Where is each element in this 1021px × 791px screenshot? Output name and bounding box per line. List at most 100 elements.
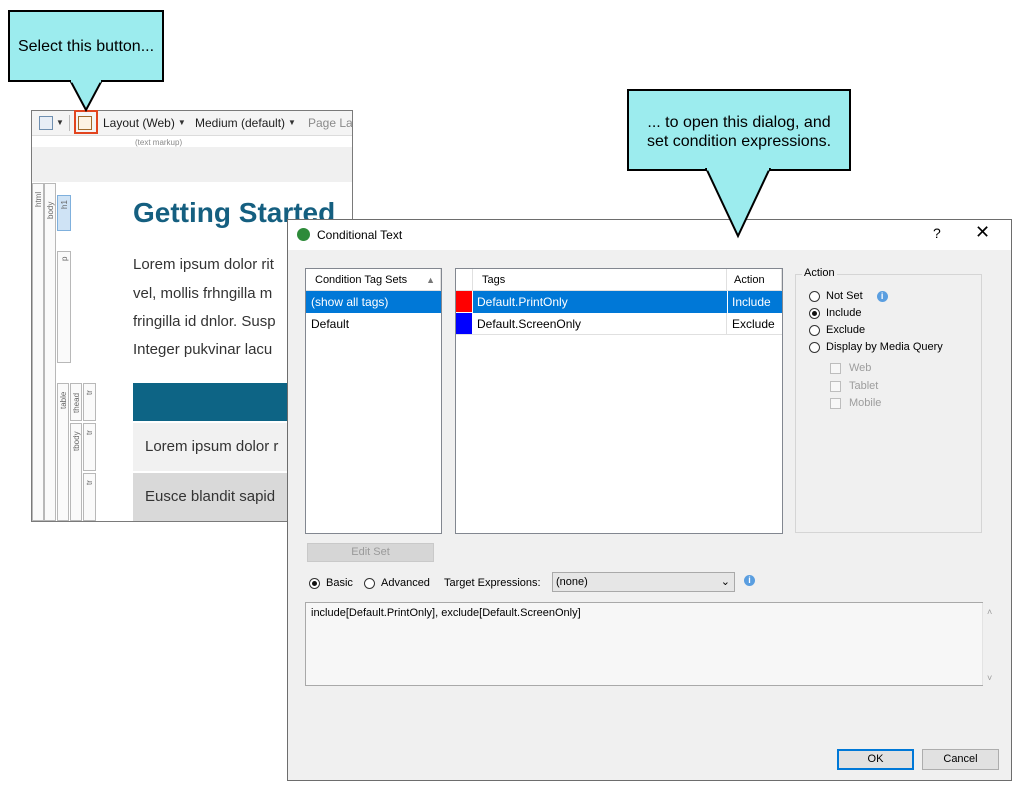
expression-scrollbar[interactable]: ˄ ˅ [982,603,999,685]
tag-name[interactable]: Default.PrintOnly [473,291,727,313]
checkbox-label: Mobile [849,397,882,409]
radio-basic[interactable]: Basic [309,577,353,589]
body-text-line[interactable]: Lorem ipsum dolor rit [133,256,274,273]
radio-circle [364,577,375,589]
checkbox-web[interactable]: Web [830,362,871,374]
preview-button[interactable]: ▼ [39,114,64,131]
struct-label-tbody: tbody [72,431,81,451]
condition-expression-textarea[interactable]: include[Default.PrintOnly], exclude[Defa… [305,602,992,686]
action-header[interactable]: Action [727,269,782,291]
scroll-down-icon[interactable]: ˅ [987,673,992,683]
tag-sets-header-label: Condition Tag Sets [315,274,408,286]
tag-sets-list[interactable]: Condition Tag Sets ▲ (show all tags) Def… [305,268,442,534]
checkbox-mobile[interactable]: Mobile [830,397,881,409]
struct-label-p: p [60,256,69,261]
radio-circle [809,341,820,353]
radio-display-by-media-query[interactable]: Display by Media Query [809,341,943,353]
edit-set-button[interactable]: Edit Set [307,543,434,562]
radio-label: Include [826,307,862,319]
body-text-line[interactable]: Integer pukvinar lacu [133,341,272,358]
structure-bar-thead-tr[interactable] [83,383,96,421]
checkbox-box [830,362,841,374]
button-highlight-box [74,110,98,134]
struct-label-tr: tr [85,480,94,485]
cancel-button[interactable]: Cancel [922,749,999,770]
info-icon[interactable]: i [876,290,888,302]
radio-include[interactable]: Include [809,307,861,319]
radio-circle [809,324,820,336]
radio-label: Advanced [381,577,430,589]
radio-circle [809,290,820,302]
struct-label-html: html [34,191,43,207]
ok-button[interactable]: OK [837,749,914,770]
struct-label-table: table [59,391,68,409]
info-icon[interactable]: i [744,575,755,586]
target-expressions-label: Target Expressions: [444,577,541,589]
target-expressions-select[interactable]: (none) ⌄ [552,572,735,592]
radio-advanced[interactable]: Advanced [364,577,430,589]
radio-exclude[interactable]: Exclude [809,324,865,336]
struct-label-h1: h1 [60,200,69,209]
scroll-up-icon[interactable]: ˄ [987,607,992,617]
editor-gray-band [32,147,352,182]
tag-action[interactable]: Exclude [728,313,782,335]
color-swatch [456,313,472,334]
action-group-legend: Action [802,267,837,279]
callout2-pointer [704,168,772,239]
page-layout-label: Page Layout [308,115,353,130]
help-button[interactable]: ? [933,225,941,241]
callout-open-dialog: ... to open this dialog, and set conditi… [627,89,851,171]
tag-action[interactable]: Include [728,291,782,313]
medium-label: Medium (default) [195,115,286,130]
condition-expression-text: include[Default.PrintOnly], exclude[Defa… [311,607,581,619]
color-swatch [456,291,472,312]
body-text-line[interactable]: vel, mollis frhngilla m [133,285,272,302]
radio-label: Display by Media Query [826,341,943,353]
structure-bar-body[interactable] [44,183,56,521]
checkbox-box [830,380,841,392]
struct-label-tr: tr [85,390,94,395]
checkbox-box [830,397,841,409]
target-expressions-value: (none) [556,576,588,588]
layout-label: Layout (Web) [103,115,175,130]
conditional-text-dialog: Conditional Text ? ✕ Condition Tag Sets … [287,219,1012,781]
dialog-titlebar: Conditional Text ? ✕ [288,220,1011,250]
radio-label: Not Set [826,290,863,302]
dialog-title: Conditional Text [317,228,403,242]
struct-label-thead: thead [72,392,81,413]
tag-set-item[interactable]: Default [306,313,441,335]
checkbox-label: Tablet [849,380,879,392]
preview-icon [39,115,53,130]
table-row[interactable]: Default.ScreenOnly Exclude [456,313,782,335]
structure-bar-p[interactable] [57,251,71,363]
body-text-line[interactable]: fringilla id dnlor. Susp [133,313,276,330]
text-markup-label: (text markup) [135,138,183,147]
struct-label-body: body [46,201,55,219]
page-layout-dropdown[interactable]: Page Layout▼ [308,114,353,131]
app-leaf-icon [297,228,310,241]
callout-select-button: Select this button... [8,10,164,82]
sort-asc-icon: ▲ [426,275,435,285]
table-row[interactable]: Default.PrintOnly Include [456,291,782,313]
layout-dropdown[interactable]: Layout (Web) ▼ [103,114,186,131]
structure-bar-html[interactable] [32,183,44,521]
tag-name[interactable]: Default.ScreenOnly [473,313,727,335]
callout1-pointer [68,80,104,112]
checkbox-label: Web [849,362,872,374]
checkbox-tablet[interactable]: Tablet [830,380,878,392]
toolbar-divider [69,115,70,131]
close-button[interactable]: ✕ [975,222,990,243]
tags-header[interactable]: Tags [473,269,727,291]
tags-table[interactable]: Tags Action Default.PrintOnly Include De… [455,268,783,534]
chevron-down-icon: ⌄ [720,576,730,588]
radio-circle-selected [809,307,820,319]
struct-label-tr: tr [85,430,94,435]
radio-label: Exclude [826,324,866,336]
radio-label: Basic [326,577,353,589]
tags-color-header [456,269,473,291]
radio-not-set[interactable]: Not Set i [809,290,888,302]
tag-set-item[interactable]: (show all tags) [306,291,441,313]
radio-circle-selected [309,577,320,589]
tag-sets-header[interactable]: Condition Tag Sets ▲ [306,269,441,291]
medium-dropdown[interactable]: Medium (default) ▼ [195,114,296,131]
